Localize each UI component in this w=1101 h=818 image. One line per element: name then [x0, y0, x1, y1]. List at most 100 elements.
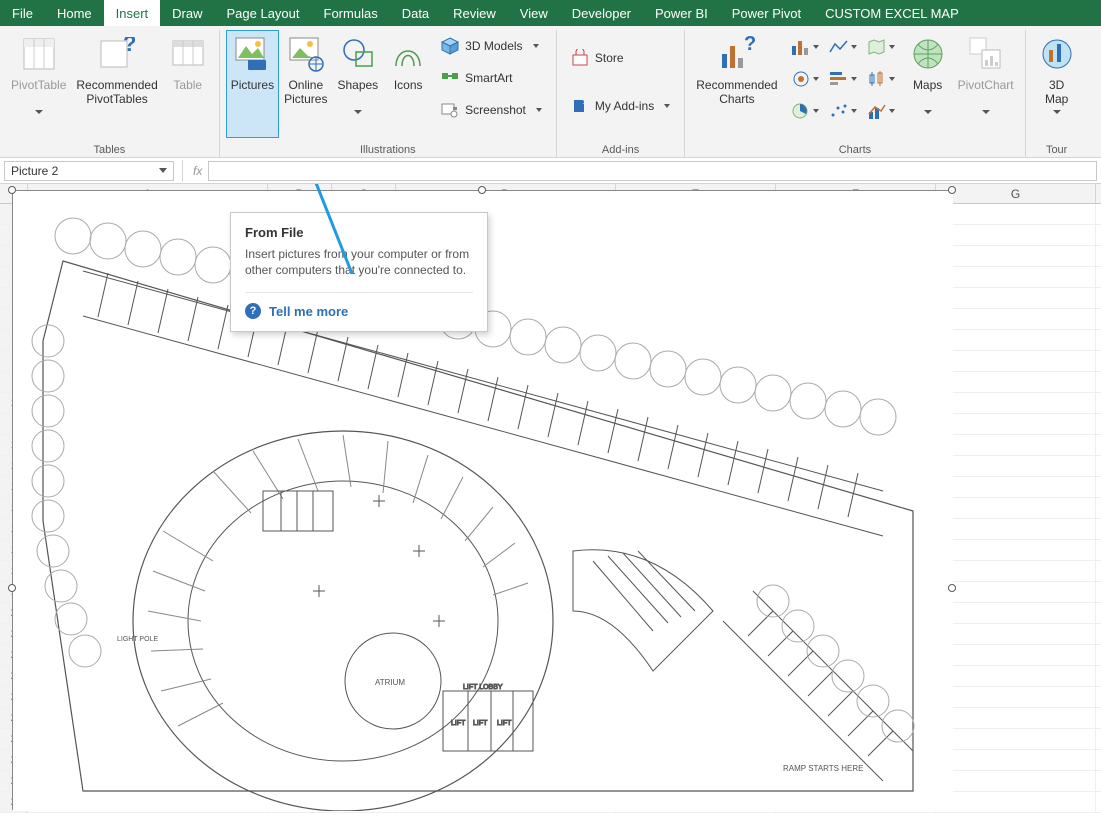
svg-text:ATRIUM: ATRIUM	[375, 678, 405, 687]
puzzle-icon	[571, 97, 589, 115]
tab-strip: File Home Insert Draw Page Layout Formul…	[0, 0, 1101, 26]
recommended-charts-button[interactable]: ? Recommended Charts	[691, 30, 782, 138]
pictures-tooltip: From File Insert pictures from your comp…	[230, 212, 488, 332]
chevron-down-icon	[35, 110, 43, 114]
tab-view[interactable]: View	[508, 0, 560, 26]
3d-models-button[interactable]: 3D Models	[437, 32, 546, 60]
online-pictures-icon	[286, 34, 326, 74]
pivotchart-label: PivotChart	[958, 78, 1014, 106]
tell-me-more-label: Tell me more	[269, 304, 348, 319]
svg-text:RAMP STARTS HERE: RAMP STARTS HERE	[783, 764, 863, 773]
tab-developer[interactable]: Developer	[560, 0, 643, 26]
chevron-down-icon	[1053, 110, 1061, 114]
ribbon-group-tours: 3D Map Tour	[1026, 30, 1088, 158]
smartart-button[interactable]: SmartArt	[437, 64, 546, 92]
smartart-icon	[441, 69, 459, 87]
pictures-icon	[232, 34, 272, 74]
group-label-tables: Tables	[6, 142, 213, 156]
3d-map-button[interactable]: 3D Map	[1032, 30, 1082, 138]
shapes-label: Shapes	[337, 78, 378, 106]
tell-me-more-link[interactable]: ? Tell me more	[245, 292, 473, 319]
screenshot-label: Screenshot	[465, 103, 526, 117]
chevron-down-icon	[536, 108, 542, 112]
chart-type-gallery	[783, 30, 903, 128]
shapes-icon	[338, 34, 378, 74]
pivottable-button[interactable]: PivotTable	[6, 30, 71, 138]
online-pictures-button[interactable]: Online Pictures	[279, 30, 332, 138]
my-addins-button[interactable]: My Add-ins	[567, 92, 674, 120]
ribbon-group-illustrations: Pictures Online Pictures Shapes Icons	[220, 30, 557, 158]
tab-data[interactable]: Data	[390, 0, 441, 26]
svg-text:LIFT: LIFT	[451, 720, 466, 727]
svg-text:LIFT LOBBY: LIFT LOBBY	[463, 684, 503, 691]
tab-file[interactable]: File	[0, 0, 45, 26]
worksheet-area: ABCDEFG 12345678910111213141516171819202…	[0, 184, 1101, 818]
tab-power-pivot[interactable]: Power Pivot	[720, 0, 813, 26]
tab-insert[interactable]: Insert	[104, 0, 161, 26]
icons-button[interactable]: Icons	[383, 30, 433, 138]
pivotchart-button[interactable]: PivotChart	[953, 30, 1019, 138]
chart-column-button[interactable]	[787, 32, 823, 62]
svg-text:LIFT: LIFT	[473, 720, 488, 727]
rec-pivot-label: Recommended PivotTables	[76, 78, 157, 106]
store-button[interactable]: Store	[567, 44, 674, 72]
icons-label: Icons	[394, 78, 423, 106]
recommended-charts-icon: ?	[717, 34, 757, 74]
recommended-pivottables-button[interactable]: ? Recommended PivotTables	[71, 30, 162, 138]
pictures-label: Pictures	[231, 78, 274, 106]
tab-page-layout[interactable]: Page Layout	[215, 0, 312, 26]
table-button[interactable]: Table	[163, 30, 213, 138]
rec-charts-label: Recommended Charts	[696, 78, 777, 106]
chevron-down-icon	[533, 44, 539, 48]
ribbon-group-charts: ? Recommended Charts Maps	[685, 30, 1025, 158]
name-box[interactable]: Picture 2	[4, 161, 174, 181]
ribbon-group-tables: PivotTable ? Recommended PivotTables Tab…	[0, 30, 220, 158]
svg-text:LIFT: LIFT	[497, 720, 512, 727]
column-header[interactable]: G	[936, 184, 1096, 203]
shapes-button[interactable]: Shapes	[332, 30, 383, 138]
chevron-down-icon	[982, 110, 990, 114]
icons-icon	[388, 34, 428, 74]
group-label-tours: Tour	[1032, 142, 1082, 156]
formula-bar[interactable]	[208, 161, 1097, 181]
screenshot-button[interactable]: Screenshot	[437, 96, 546, 124]
maps-button[interactable]: Maps	[903, 30, 953, 138]
chart-statistic-button[interactable]	[863, 64, 899, 94]
formula-bar-row: Picture 2 fx	[0, 158, 1101, 184]
my-addins-label: My Add-ins	[595, 99, 654, 113]
group-label-addins: Add-ins	[563, 142, 678, 156]
screenshot-icon	[441, 101, 459, 119]
tab-draw[interactable]: Draw	[160, 0, 214, 26]
pivottable-label: PivotTable	[11, 78, 66, 106]
chart-pie-button[interactable]	[787, 96, 823, 126]
tab-power-bi[interactable]: Power BI	[643, 0, 720, 26]
tooltip-title: From File	[245, 225, 473, 240]
group-label-illustrations: Illustrations	[226, 142, 550, 156]
fx-icon[interactable]: fx	[187, 164, 208, 178]
help-icon: ?	[245, 303, 261, 319]
chart-line-button[interactable]	[825, 32, 861, 62]
tab-review[interactable]: Review	[441, 0, 508, 26]
tab-custom-excel-map[interactable]: CUSTOM EXCEL MAP	[813, 0, 971, 26]
chart-combo-button[interactable]	[863, 96, 899, 126]
pictures-button[interactable]: Pictures	[226, 30, 279, 138]
chart-scatter-button[interactable]	[825, 96, 861, 126]
chart-hierarchy-button[interactable]	[787, 64, 823, 94]
recommended-pivot-icon: ?	[97, 34, 137, 74]
chart-bar-button[interactable]	[825, 64, 861, 94]
chevron-down-icon	[924, 110, 932, 114]
pivot-table-icon	[19, 34, 59, 74]
3d-globe-icon	[1037, 34, 1077, 74]
3d-map-label: 3D Map	[1045, 78, 1068, 106]
svg-text:?: ?	[123, 37, 135, 56]
tab-home[interactable]: Home	[45, 0, 104, 26]
tab-formulas[interactable]: Formulas	[312, 0, 390, 26]
chevron-down-icon	[159, 168, 167, 173]
cube-icon	[441, 37, 459, 55]
chevron-down-icon	[664, 104, 670, 108]
3d-models-label: 3D Models	[465, 39, 522, 53]
svg-text:LIGHT POLE: LIGHT POLE	[117, 636, 158, 643]
tooltip-body: Insert pictures from your computer or fr…	[245, 246, 473, 278]
store-icon	[571, 49, 589, 67]
chart-map-button[interactable]	[863, 32, 899, 62]
